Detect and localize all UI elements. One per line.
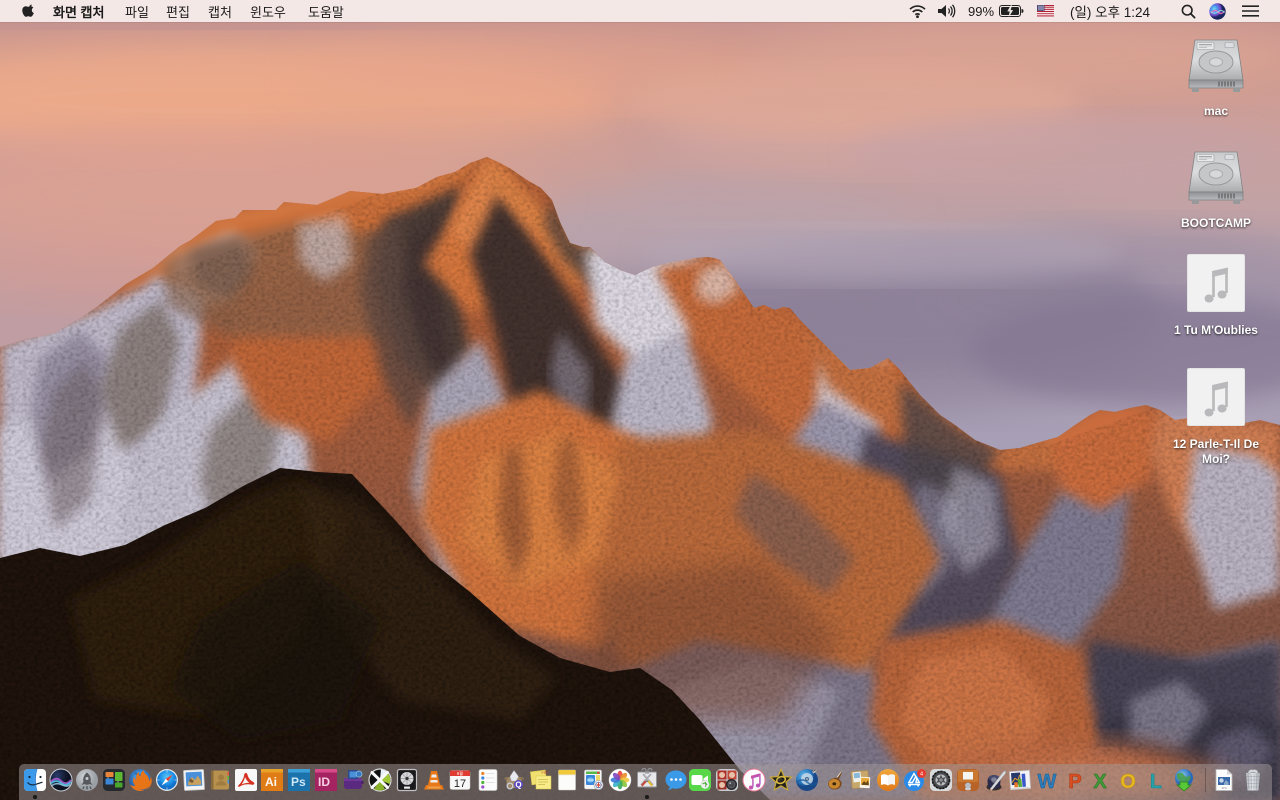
svg-text:Ps: Ps bbox=[291, 775, 306, 789]
svg-text:Ai: Ai bbox=[265, 775, 277, 789]
svg-text:4: 4 bbox=[920, 772, 923, 778]
svg-text:X: X bbox=[1093, 771, 1107, 792]
svg-text:Web: Web bbox=[588, 778, 594, 782]
svg-text:ID: ID bbox=[318, 775, 330, 789]
svg-text:17: 17 bbox=[454, 778, 466, 790]
svg-text:JPG: JPG bbox=[1221, 786, 1228, 790]
svg-text:Plan: Plan bbox=[541, 770, 548, 775]
svg-text:P: P bbox=[1068, 771, 1081, 792]
svg-text:W: W bbox=[1038, 771, 1057, 792]
svg-text:Q: Q bbox=[515, 781, 521, 790]
svg-text:O: O bbox=[1120, 771, 1136, 792]
svg-text:L: L bbox=[1150, 771, 1162, 792]
svg-text:6월: 6월 bbox=[457, 770, 463, 777]
